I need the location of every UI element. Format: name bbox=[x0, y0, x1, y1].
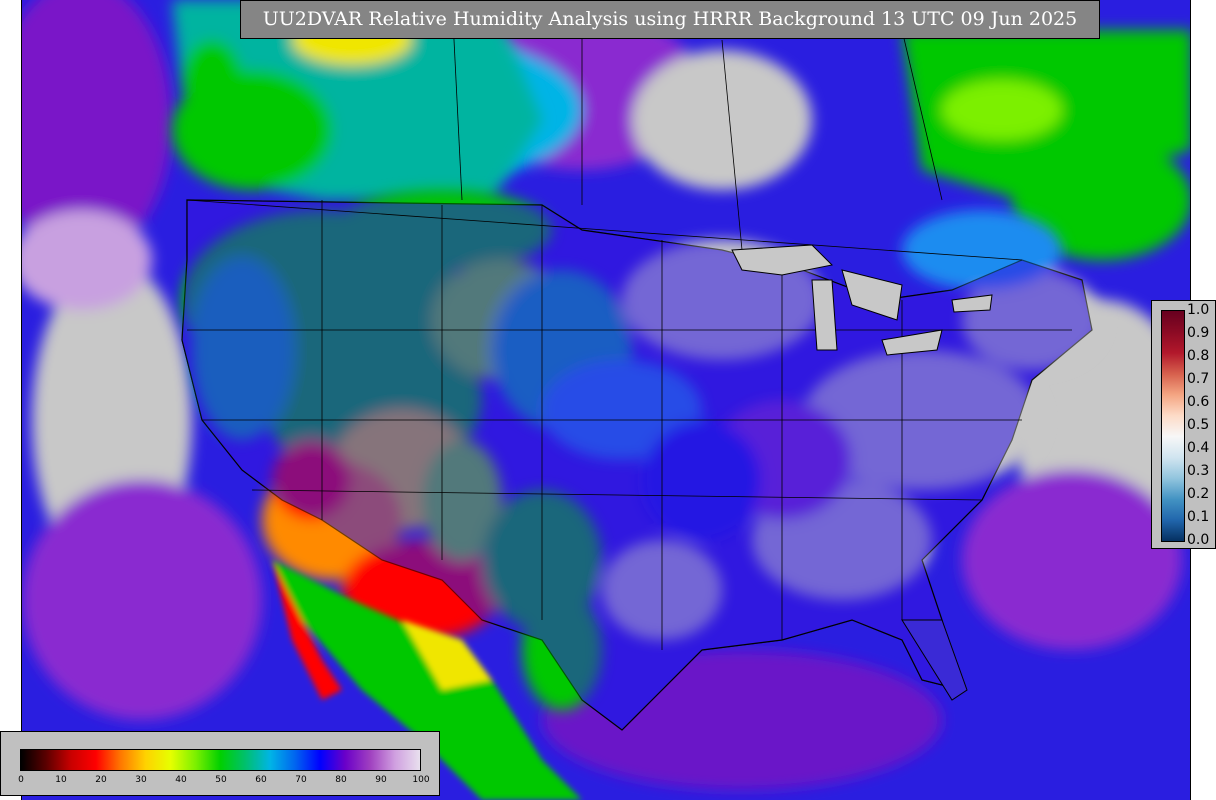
obs-colorbar-label: 0.7 bbox=[1187, 371, 1210, 387]
rh-colorbar-tick: 80 bbox=[335, 775, 347, 785]
obs-colorbar-label: 0.1 bbox=[1187, 509, 1210, 525]
rh-colorbar-tick: 60 bbox=[255, 775, 267, 785]
rh-colorbar-tick: 70 bbox=[295, 775, 307, 785]
obs-colorbar-label: 0.5 bbox=[1187, 417, 1210, 433]
rh-colorbar-tick: 10 bbox=[55, 775, 67, 785]
rh-colorbar: 0 10 20 30 40 50 60 70 80 90 100 bbox=[0, 731, 440, 796]
obs-colorbar-label: 0.8 bbox=[1187, 348, 1210, 364]
map-frame bbox=[21, 0, 1191, 800]
rh-colorbar-tick: 90 bbox=[375, 775, 387, 785]
obs-colorbar-label: 0.0 bbox=[1187, 532, 1210, 548]
obs-colorbar-label: 0.6 bbox=[1187, 394, 1210, 410]
obs-colorbar-label: 0.2 bbox=[1187, 486, 1210, 502]
rh-colorbar-tick: 0 bbox=[18, 775, 24, 785]
map-title: UU2DVAR Relative Humidity Analysis using… bbox=[240, 0, 1100, 39]
obs-colorbar-label: 0.4 bbox=[1187, 440, 1210, 456]
rh-colorbar-tick: 100 bbox=[412, 775, 430, 785]
obs-colorbar: 1.0 0.9 0.8 0.7 0.6 0.5 0.4 0.3 0.2 0.1 0.0 bbox=[1151, 300, 1216, 549]
obs-colorbar-label: 0.9 bbox=[1187, 325, 1210, 341]
obs-colorbar-gradient bbox=[1161, 310, 1185, 542]
obs-colorbar-label: 1.0 bbox=[1187, 302, 1210, 318]
rh-colorbar-tick: 30 bbox=[135, 775, 147, 785]
obs-colorbar-label: 0.3 bbox=[1187, 463, 1210, 479]
rh-analysis-map bbox=[22, 0, 1190, 800]
rh-colorbar-tick: 50 bbox=[215, 775, 227, 785]
rh-colorbar-gradient bbox=[20, 749, 421, 771]
rh-colorbar-tick: 40 bbox=[175, 775, 187, 785]
rh-colorbar-tick: 20 bbox=[95, 775, 107, 785]
